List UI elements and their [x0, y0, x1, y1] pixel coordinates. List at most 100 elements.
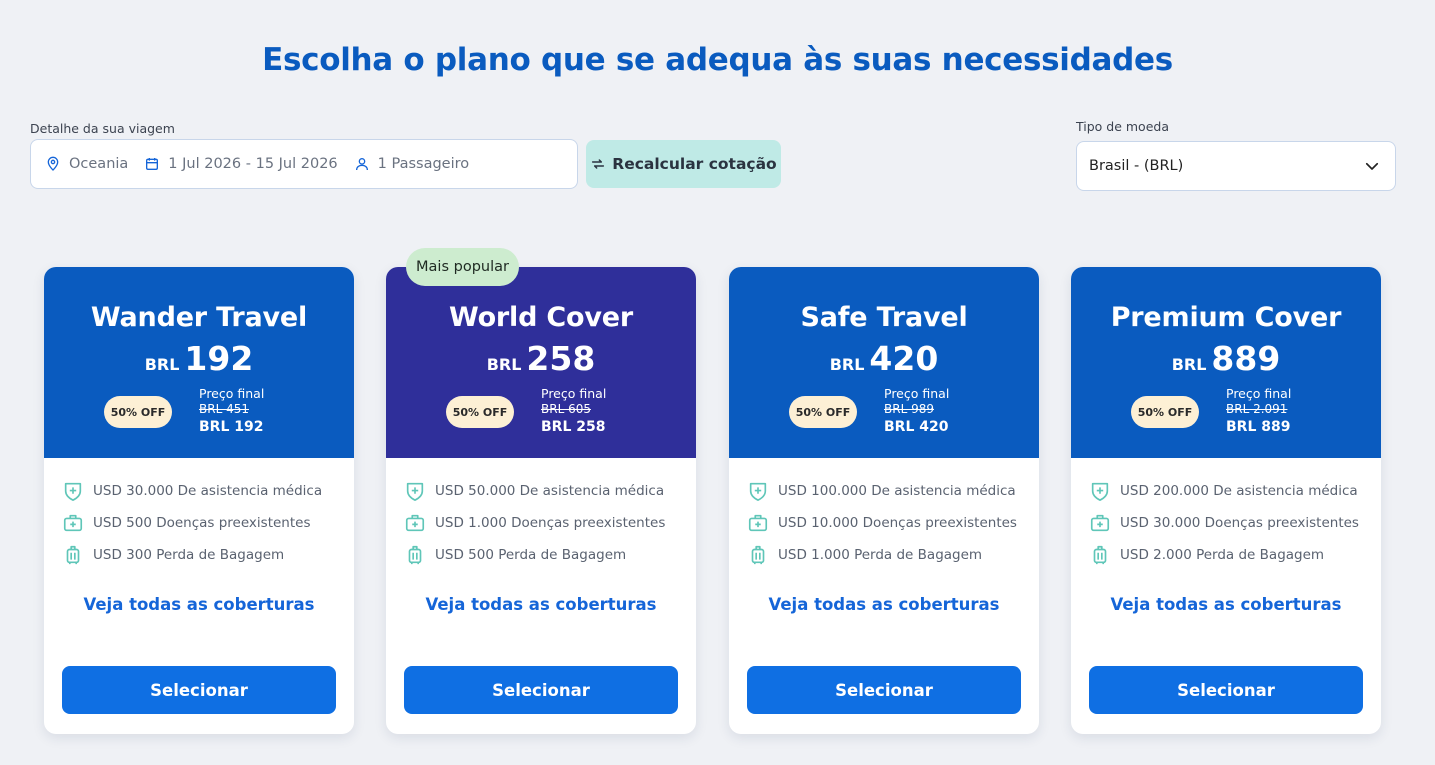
- select-plan-button[interactable]: Selecionar: [404, 666, 678, 714]
- coverage-list: USD 200.000 De asistencia médica USD 30.…: [1089, 475, 1359, 571]
- plan-price: BRL 258: [386, 339, 696, 378]
- plan-amount: 889: [1211, 339, 1281, 378]
- coverage-text: USD 50.000 De asistencia médica: [435, 483, 665, 499]
- coverage-item: USD 50.000 De asistencia médica: [404, 475, 665, 507]
- original-price: BRL 605: [541, 402, 591, 416]
- plan-card-header: Safe Travel BRL 420 50% OFF Preço final …: [729, 267, 1039, 458]
- final-price: BRL 192: [199, 419, 264, 435]
- shield-plus-icon: [749, 482, 767, 501]
- first-aid-kit-icon: [748, 514, 768, 532]
- coverage-text: USD 10.000 Doenças preexistentes: [778, 515, 1017, 531]
- coverage-text: USD 1.000 Doenças preexistentes: [435, 515, 666, 531]
- first-aid-kit-icon: [63, 514, 83, 532]
- currency-select[interactable]: Brasil - (BRL): [1076, 141, 1396, 191]
- luggage-icon: [1093, 545, 1107, 565]
- select-plan-button[interactable]: Selecionar: [1089, 666, 1363, 714]
- luggage-icon: [751, 545, 765, 565]
- coverage-list: USD 30.000 De asistencia médica USD 500 …: [62, 475, 322, 571]
- see-all-coverages-link[interactable]: Veja todas as coberturas: [1071, 595, 1381, 614]
- trip-destination[interactable]: Oceania: [45, 156, 128, 172]
- coverage-text: USD 1.000 Perda de Bagagem: [778, 547, 983, 563]
- plan-card-header: Premium Cover BRL 889 50% OFF Preço fina…: [1071, 267, 1381, 458]
- final-price-label: Preço final: [1226, 386, 1292, 401]
- coverage-text: USD 500 Perda de Bagagem: [435, 547, 627, 563]
- final-price-label: Preço final: [199, 386, 265, 401]
- plan-card: Mais popular World Cover BRL 258 50% OFF…: [386, 248, 696, 734]
- coverage-list: USD 50.000 De asistencia médica USD 1.00…: [404, 475, 665, 571]
- coverage-item: USD 500 Doenças preexistentes: [62, 507, 322, 539]
- final-price-block: Preço final BRL 989 BRL 420: [884, 386, 949, 437]
- original-price: BRL 989: [884, 402, 934, 416]
- coverage-text: USD 30.000 Doenças preexistentes: [1120, 515, 1359, 531]
- plan-currency: BRL: [1171, 355, 1207, 374]
- plan-amount: 420: [869, 339, 939, 378]
- plan-name: Premium Cover: [1110, 302, 1342, 333]
- coverage-item: USD 300 Perda de Bagagem: [62, 539, 322, 571]
- final-price-block: Preço final BRL 2.091 BRL 889: [1226, 386, 1291, 437]
- shield-plus-icon: [406, 482, 424, 501]
- coverage-item: USD 1.000 Perda de Bagagem: [747, 539, 1017, 571]
- plan-card: Premium Cover BRL 889 50% OFF Preço fina…: [1071, 267, 1381, 734]
- coverage-item: USD 500 Perda de Bagagem: [404, 539, 665, 571]
- trip-details-field[interactable]: Oceania 1 Jul 2026 - 15 Jul 2026 1 Passa…: [30, 139, 578, 189]
- shield-plus-icon: [1091, 482, 1109, 501]
- chevron-down-icon: [1365, 162, 1379, 170]
- coverage-text: USD 300 Perda de Bagagem: [93, 547, 285, 563]
- first-aid-kit-icon: [405, 514, 425, 532]
- see-all-coverages-link[interactable]: Veja todas as coberturas: [386, 595, 696, 614]
- coverage-item: USD 30.000 Doenças preexistentes: [1089, 507, 1359, 539]
- plan-currency: BRL: [144, 355, 180, 374]
- plan-card-header: Wander Travel BRL 192 50% OFF Preço fina…: [44, 267, 354, 458]
- coverage-item: USD 200.000 De asistencia médica: [1089, 475, 1359, 507]
- first-aid-kit-icon: [1090, 514, 1110, 532]
- coverage-text: USD 200.000 De asistencia médica: [1120, 483, 1358, 499]
- refresh-icon: [592, 159, 605, 169]
- trip-dates-text: 1 Jul 2026 - 15 Jul 2026: [168, 156, 338, 172]
- recalculate-quote-button[interactable]: Recalcular cotação: [586, 140, 781, 188]
- currency-selected-value: Brasil - (BRL): [1089, 158, 1184, 174]
- location-pin-icon: [47, 156, 59, 171]
- final-price-block: Preço final BRL 605 BRL 258: [541, 386, 606, 437]
- plan-name: Wander Travel: [90, 302, 308, 333]
- plan-currency: BRL: [486, 355, 522, 374]
- plan-price: BRL 192: [44, 339, 354, 378]
- plan-amount: 192: [184, 339, 254, 378]
- select-plan-button[interactable]: Selecionar: [747, 666, 1021, 714]
- plan-name: Safe Travel: [800, 302, 968, 333]
- original-price: BRL 2.091: [1226, 402, 1288, 416]
- see-all-coverages-link[interactable]: Veja todas as coberturas: [44, 595, 354, 614]
- shield-plus-icon: [64, 482, 82, 501]
- coverage-text: USD 30.000 De asistencia médica: [93, 483, 323, 499]
- discount-badge: 50% OFF: [789, 396, 857, 428]
- coverage-text: USD 2.000 Perda de Bagagem: [1120, 547, 1325, 563]
- plan-price: BRL 420: [729, 339, 1039, 378]
- discount-badge: 50% OFF: [446, 396, 514, 428]
- trip-dates[interactable]: 1 Jul 2026 - 15 Jul 2026: [144, 156, 338, 172]
- plan-card: Safe Travel BRL 420 50% OFF Preço final …: [729, 267, 1039, 734]
- coverage-item: USD 10.000 Doenças preexistentes: [747, 507, 1017, 539]
- final-price: BRL 889: [1226, 419, 1291, 435]
- select-plan-button[interactable]: Selecionar: [62, 666, 336, 714]
- trip-passengers-text: 1 Passageiro: [377, 156, 470, 172]
- page-title: Escolha o plano que se adequa às suas ne…: [262, 42, 1173, 78]
- coverage-text: USD 500 Doenças preexistentes: [93, 515, 311, 531]
- final-price-label: Preço final: [541, 386, 607, 401]
- trip-passengers[interactable]: 1 Passageiro: [354, 156, 469, 172]
- final-price-block: Preço final BRL 451 BRL 192: [199, 386, 264, 437]
- coverage-item: USD 1.000 Doenças preexistentes: [404, 507, 665, 539]
- trip-destination-text: Oceania: [69, 156, 129, 172]
- plan-currency: BRL: [829, 355, 865, 374]
- discount-badge: 50% OFF: [1131, 396, 1199, 428]
- luggage-icon: [66, 545, 80, 565]
- plan-name: World Cover: [448, 302, 634, 333]
- plan-price: BRL 889: [1071, 339, 1381, 378]
- plan-card: Wander Travel BRL 192 50% OFF Preço fina…: [44, 267, 354, 734]
- discount-badge: 50% OFF: [104, 396, 172, 428]
- plan-amount: 258: [526, 339, 596, 378]
- final-price: BRL 420: [884, 419, 949, 435]
- see-all-coverages-link[interactable]: Veja todas as coberturas: [729, 595, 1039, 614]
- final-price-label: Preço final: [884, 386, 950, 401]
- popular-badge: Mais popular: [406, 248, 519, 286]
- user-icon: [355, 158, 368, 171]
- coverage-text: USD 100.000 De asistencia médica: [778, 483, 1016, 499]
